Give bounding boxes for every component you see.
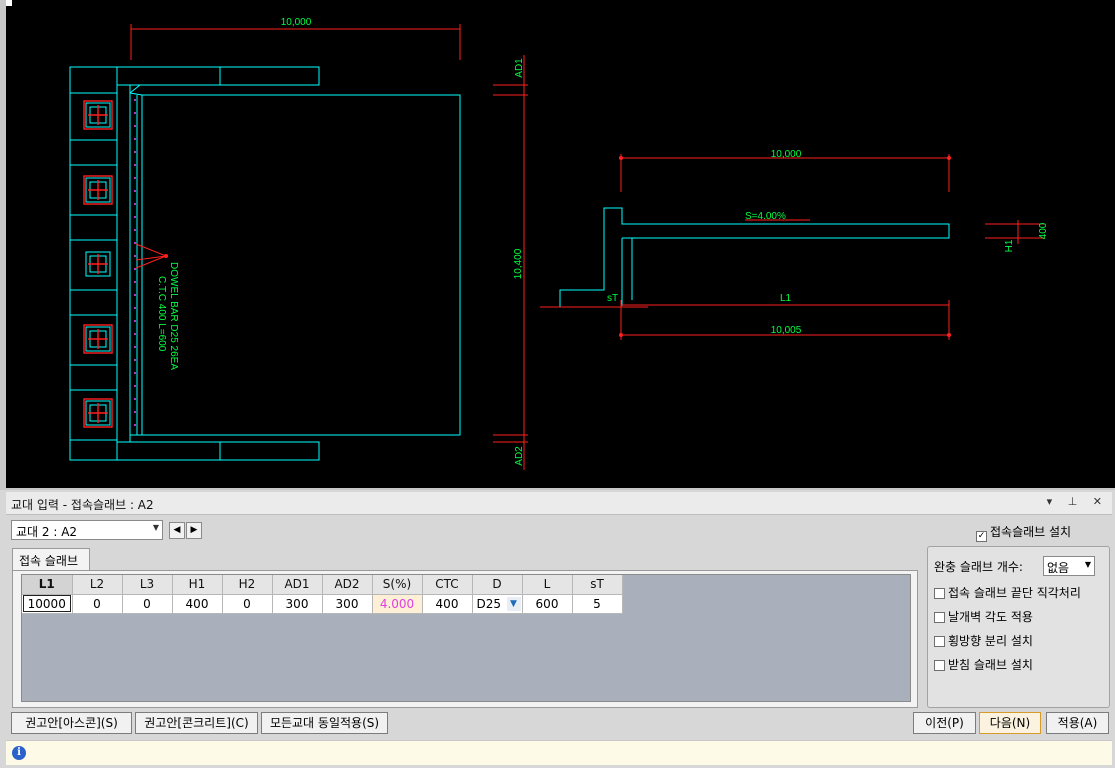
grid-cell[interactable]: 400 xyxy=(422,594,473,614)
grid-header-cell: CTC xyxy=(422,575,473,595)
grid-header-cell: S(%) xyxy=(372,575,423,595)
checkbox-icon xyxy=(934,588,945,599)
grid-cell[interactable]: 0 xyxy=(122,594,173,614)
recommend-concrete-button[interactable]: 권고안[콘크리트](C) xyxy=(135,712,258,734)
grid-header-cell: L3 xyxy=(122,575,173,595)
apply-button[interactable]: 적용(A) xyxy=(1046,712,1109,734)
options-panel: 완충 슬래브 개수: 없음 ▼ 접속 슬래브 끝단 직각처리 날개벽 각도 적용… xyxy=(927,546,1110,708)
grid-cell[interactable]: 5 xyxy=(572,594,623,614)
plan-top-dimension xyxy=(130,24,461,60)
grid-header-cell: L xyxy=(522,575,573,595)
buffer-slab-count-label: 완충 슬래브 개수: xyxy=(934,560,1023,574)
option-wingwall-angle[interactable]: 날개벽 각도 적용 xyxy=(934,608,1033,625)
abutment-select[interactable]: 교대 2 : A2 ▼ xyxy=(11,520,163,540)
checkbox-icon xyxy=(934,660,945,671)
prev-button[interactable]: 이전(P) xyxy=(913,712,976,734)
tab-approach-slab[interactable]: 접속 슬래브 xyxy=(12,548,90,570)
grid-cell[interactable]: 0 xyxy=(72,594,123,614)
grid-header-cell: H1 xyxy=(172,575,223,595)
prev-abutment-button[interactable]: ◀ xyxy=(169,522,185,539)
plan-view xyxy=(69,66,461,461)
option-label: 횡방향 분리 설치 xyxy=(948,634,1033,648)
chevron-down-icon: ▼ xyxy=(1084,560,1091,569)
status-bar: i xyxy=(6,740,1112,765)
grid-cell[interactable]: 0 xyxy=(222,594,273,614)
dowel-bars xyxy=(134,99,136,426)
h-value-label: 400 xyxy=(1038,222,1049,239)
st-label: sT xyxy=(607,293,618,304)
section-view xyxy=(559,207,950,307)
option-transverse-split[interactable]: 횡방향 분리 설치 xyxy=(934,632,1033,649)
option-label: 접속 슬래브 끝단 직각처리 xyxy=(948,586,1081,600)
checkbox-icon xyxy=(934,612,945,623)
checkbox-icon xyxy=(934,636,945,647)
ad2-label: AD2 xyxy=(514,446,525,466)
h1-label: H1 xyxy=(1004,239,1015,252)
grid-cell[interactable]: 300 xyxy=(322,594,373,614)
grid-header-cell: L1 xyxy=(22,575,73,595)
grid-cell[interactable]: 300 xyxy=(272,594,323,614)
section-bottom-dim-text: 10,005 xyxy=(771,325,802,336)
option-label: 날개벽 각도 적용 xyxy=(948,610,1033,624)
grid-cell[interactable]: 600 xyxy=(522,594,573,614)
plan-right-dim-text: 10,400 xyxy=(513,248,524,279)
option-sleeper-slab[interactable]: 받침 슬래브 설치 xyxy=(934,656,1033,673)
input-panel: 교대 입력 - 접속슬래브 : A2 ▾ ⊥ ✕ 교대 2 : A2 ▼ ◀ ▶… xyxy=(0,490,1115,768)
panel-titlebar[interactable]: 교대 입력 - 접속슬래브 : A2 ▾ ⊥ ✕ xyxy=(6,492,1112,515)
slope-label: S=4.00% xyxy=(745,211,786,222)
install-slab-checkbox[interactable]: ✓ 접속슬래브 설치 xyxy=(976,523,1071,542)
grid-header-cell: sT xyxy=(572,575,623,595)
section-top-dim-text: 10,000 xyxy=(771,149,802,160)
grid-cell[interactable]: 10000 xyxy=(22,594,73,614)
tab-content: L1 L2 L3 H1 H2 AD1 AD2 S(%) CTC D LsT 10000 0 0 400 0 3… xyxy=(12,570,918,708)
panel-window-controls[interactable]: ▾ ⊥ ✕ xyxy=(1047,495,1108,508)
option-end-square[interactable]: 접속 슬래브 끝단 직각처리 xyxy=(934,584,1081,601)
dowel-label-2: C.T.C 400 L=600 xyxy=(156,276,167,352)
grid-cell[interactable]: D25 ▼ xyxy=(472,594,523,614)
slab-parameter-grid[interactable]: L1 L2 L3 H1 H2 AD1 AD2 S(%) CTC D LsT 10000 0 0 400 0 3… xyxy=(21,574,911,702)
option-label: 받침 슬래브 설치 xyxy=(948,658,1033,672)
recommend-ascon-button[interactable]: 권고안[아스콘](S) xyxy=(11,712,132,734)
table-row[interactable]: 10000 0 0 400 0 300 300 4.000 400 D25 ▼ 600 5 xyxy=(22,594,623,614)
grid-header-row: L1 L2 L3 H1 H2 AD1 AD2 S(%) CTC D LsT xyxy=(22,575,623,595)
abutment-select-value: 교대 2 : A2 xyxy=(16,525,78,539)
grid-header-cell: D xyxy=(472,575,523,595)
grid-header-cell: AD2 xyxy=(322,575,373,595)
plan-top-dim-text: 10,000 xyxy=(281,17,312,28)
apply-all-abutments-button[interactable]: 모든교대 동일적용(S) xyxy=(261,712,388,734)
dowel-leader xyxy=(135,243,168,269)
buffer-slab-count-select[interactable]: 없음 ▼ xyxy=(1043,556,1095,576)
grid-cell[interactable]: 4.000 xyxy=(372,594,423,614)
grid-header-cell: L2 xyxy=(72,575,123,595)
ad1-label: AD1 xyxy=(514,58,525,78)
next-button[interactable]: 다음(N) xyxy=(979,712,1041,734)
bearing-markers xyxy=(83,100,113,428)
grid-cell[interactable]: 400 xyxy=(172,594,223,614)
cad-viewport[interactable]: DOWEL BAR D25 26EA C.T.C 400 L=600 10,00… xyxy=(0,0,1115,490)
section-dimensions xyxy=(540,154,1045,340)
chevron-down-icon[interactable]: ▼ xyxy=(506,596,521,611)
grid-cell-value: D25 xyxy=(476,596,502,611)
chevron-down-icon: ▼ xyxy=(152,523,159,532)
grid-header-cell: H2 xyxy=(222,575,273,595)
grid-header-cell: AD1 xyxy=(272,575,323,595)
buffer-slab-count-value: 없음 xyxy=(1047,561,1070,575)
dowel-label-1: DOWEL BAR D25 26EA xyxy=(168,262,179,370)
panel-title: 교대 입력 - 접속슬래브 : A2 xyxy=(11,498,154,512)
info-icon: i xyxy=(12,746,26,760)
l1-label: L1 xyxy=(780,293,792,304)
next-abutment-button[interactable]: ▶ xyxy=(186,522,202,539)
checkbox-checked-icon: ✓ xyxy=(976,531,987,542)
install-slab-label: 접속슬래브 설치 xyxy=(990,525,1072,539)
